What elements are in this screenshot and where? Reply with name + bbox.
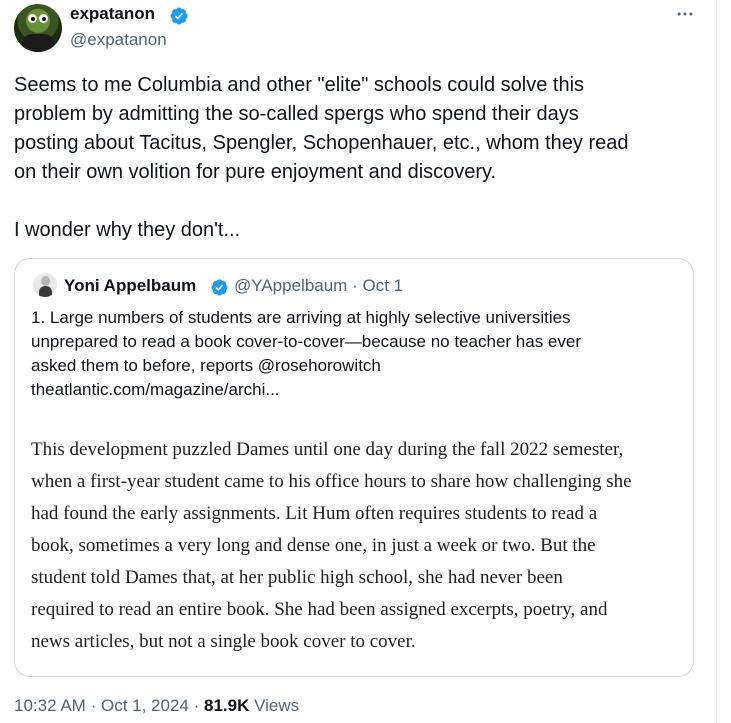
excerpt-line: news articles, but not a single book cov…: [31, 631, 416, 652]
avatar-eye-right: [39, 14, 48, 23]
excerpt-line: book, sometimes a very long and dense on…: [31, 535, 596, 556]
excerpt-line: when a first-year student came to his of…: [31, 471, 632, 492]
verified-badge-icon: [170, 7, 188, 25]
views-label: Views: [254, 696, 300, 715]
meta-separator: ·: [90, 696, 97, 715]
tweet-time[interactable]: 10:32 AM: [14, 696, 86, 715]
quote-author-avatar[interactable]: [33, 273, 57, 297]
quote-date[interactable]: Oct 1: [362, 276, 403, 295]
excerpt-line: required to read an entire book. She had…: [31, 599, 608, 620]
author-handle[interactable]: @expatanon: [70, 30, 167, 50]
excerpt-line: had found the early assignments. Lit Hum…: [31, 503, 598, 524]
meta-separator: ·: [193, 696, 200, 715]
author-avatar[interactable]: [14, 4, 62, 52]
views-count[interactable]: 81.9K: [204, 696, 249, 715]
avatar-eye-left: [28, 14, 37, 23]
quote-author-display-name[interactable]: Yoni Appelbaum: [64, 276, 196, 296]
more-horizontal-icon[interactable]: [672, 4, 698, 26]
avatar-suit: [22, 34, 54, 52]
quote-author-handle[interactable]: @YAppelbaum: [234, 276, 347, 295]
author-display-name[interactable]: expatanon: [70, 4, 155, 24]
column-divider: [716, 0, 717, 723]
tweet-footer: 10:32 AM · Oct 1, 2024 · 81.9K Views: [14, 696, 299, 716]
tweet-text: Seems to me Columbia and other "elite" s…: [14, 74, 629, 241]
quote-text: 1. Large numbers of students are arrivin…: [31, 308, 581, 399]
excerpt-line: This development puzzled Dames until one…: [31, 439, 624, 460]
quote-meta: @YAppelbaum · Oct 1: [234, 276, 403, 296]
quote-tweet-card[interactable]: Yoni Appelbaum @YAppelbaum · Oct 1 1. La…: [14, 258, 694, 677]
excerpt-line: student told Dames that, at her public h…: [31, 567, 563, 588]
tweet-date[interactable]: Oct 1, 2024: [101, 696, 189, 715]
meta-separator: ·: [352, 276, 358, 295]
verified-badge-icon: [211, 279, 228, 296]
quote-excerpt-image[interactable]: This development puzzled Dames until one…: [31, 434, 681, 658]
